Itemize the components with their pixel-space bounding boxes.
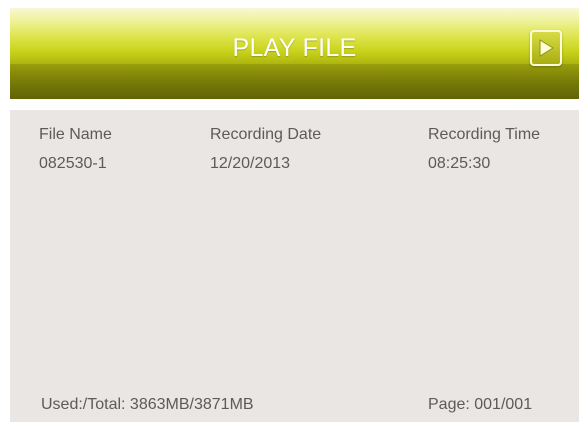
file-list-panel: File Name Recording Date Recording Time …	[10, 110, 579, 422]
page-title: PLAY FILE	[232, 34, 357, 62]
play-icon	[539, 39, 554, 57]
header-shade	[10, 64, 579, 99]
header-gap	[10, 99, 579, 110]
recording-date-cell: 12/20/2013	[210, 155, 291, 172]
storage-usage-label: Used:/Total: 3863MB/3871MB	[41, 396, 254, 413]
header-bar: PLAY FILE	[10, 8, 579, 99]
recording-time-cell: 08:25:30	[428, 155, 491, 172]
file-name-cell: 082530-1	[39, 155, 107, 172]
play-button[interactable]	[530, 30, 562, 66]
file-row[interactable]: 082530-1 12/20/2013 08:25:30	[10, 110, 579, 190]
page-indicator: Page: 001/001	[428, 396, 533, 413]
